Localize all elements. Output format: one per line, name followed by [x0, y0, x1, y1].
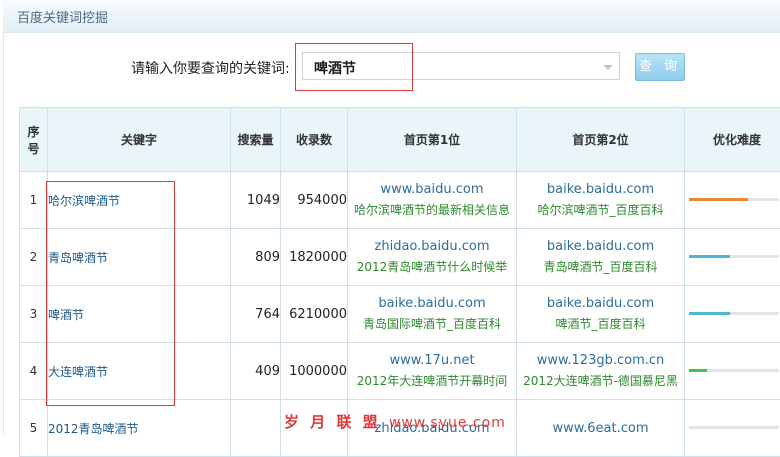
search-volume: 1049: [231, 172, 281, 229]
rank1-cell: www.baidu.com哈尔滨啤酒节的最新相关信息: [348, 172, 517, 229]
rank1-title-link[interactable]: 2012年大连啤酒节开幕时间: [348, 371, 516, 392]
difficulty-cell: [685, 400, 780, 457]
keyword-results-table: 序号 关键字 搜索量 收录数 首页第1位 首页第2位 优化难度 1哈尔滨啤酒节1…: [19, 107, 780, 457]
difficulty-bar-fill: [689, 369, 707, 372]
query-button[interactable]: 查 询: [635, 53, 685, 81]
indexed-count: 6210000: [281, 286, 348, 343]
difficulty-cell: [685, 172, 780, 229]
keyword-link[interactable]: 2012青岛啤酒节: [48, 400, 231, 457]
rank1-title-link[interactable]: 青岛国际啤酒节_百度百科: [348, 314, 516, 335]
rank2-domain-link[interactable]: www.123gb.com.cn: [517, 350, 684, 371]
header-rank1: 首页第1位: [348, 108, 517, 172]
difficulty-bar-fill: [689, 198, 748, 201]
header-difficulty: 优化难度: [685, 108, 780, 172]
table-row: 1哈尔滨啤酒节1049954000www.baidu.com哈尔滨啤酒节的最新相…: [20, 172, 780, 229]
rank2-cell: baike.baidu.com哈尔滨啤酒节_百度百科: [517, 172, 685, 229]
search-volume: [231, 400, 281, 457]
indexed-count: 1000000: [281, 343, 348, 400]
rank2-domain-link[interactable]: baike.baidu.com: [517, 236, 684, 257]
rank1-domain-link[interactable]: www.17u.net: [348, 350, 516, 371]
keyword-search-input[interactable]: 啤酒节: [302, 52, 620, 80]
panel-header: 百度关键词挖掘: [3, 0, 780, 33]
table-row: 3啤酒节7646210000baike.baidu.com青岛国际啤酒节_百度百…: [20, 286, 780, 343]
rank2-title-link[interactable]: 2012大连啤酒节-德国慕尼黑: [517, 371, 684, 392]
row-index: 2: [20, 229, 48, 286]
keyword-link[interactable]: 啤酒节: [48, 286, 231, 343]
keyword-link[interactable]: 哈尔滨啤酒节: [48, 172, 231, 229]
panel-title: 百度关键词挖掘: [17, 7, 108, 26]
table-row: 2青岛啤酒节8091820000zhidao.baidu.com2012青岛啤酒…: [20, 229, 780, 286]
search-input-value[interactable]: 啤酒节: [314, 58, 356, 78]
rank2-domain-link[interactable]: baike.baidu.com: [517, 179, 684, 200]
watermark-text: 岁 月 联 盟: [284, 413, 381, 431]
row-index: 1: [20, 172, 48, 229]
rank1-title-link[interactable]: 2012青岛啤酒节什么时候举: [348, 257, 516, 278]
header-rank2: 首页第2位: [517, 108, 685, 172]
rank1-title-link[interactable]: 哈尔滨啤酒节的最新相关信息: [348, 200, 516, 221]
search-volume: 809: [231, 229, 281, 286]
difficulty-bar-fill: [689, 255, 730, 258]
rank1-cell: zhidao.baidu.com2012青岛啤酒节什么时候举: [348, 229, 517, 286]
difficulty-cell: [685, 286, 780, 343]
watermark-url: www.syue.com: [389, 415, 506, 431]
difficulty-bar-fill: [689, 312, 730, 315]
rank1-domain-link[interactable]: zhidao.baidu.com: [348, 236, 516, 257]
rank2-cell: baike.baidu.com啤酒节_百度百科: [517, 286, 685, 343]
row-index: 3: [20, 286, 48, 343]
search-volume: 764: [231, 286, 281, 343]
header-indexed: 收录数: [281, 108, 348, 172]
indexed-count: 1820000: [281, 229, 348, 286]
rank2-title-link[interactable]: 哈尔滨啤酒节_百度百科: [517, 200, 684, 221]
header-index: 序号: [20, 108, 48, 172]
rank2-domain-link[interactable]: www.6eat.com: [517, 418, 684, 439]
difficulty-bar: [689, 426, 779, 429]
difficulty-bar: [689, 255, 779, 258]
rank2-cell: baike.baidu.com青岛啤酒节_百度百科: [517, 229, 685, 286]
keyword-link[interactable]: 青岛啤酒节: [48, 229, 231, 286]
dropdown-arrow-icon[interactable]: [603, 65, 613, 70]
search-label: 请输入你要查询的关键词:: [131, 58, 290, 78]
rank2-title-link[interactable]: 啤酒节_百度百科: [517, 314, 684, 335]
header-search-volume: 搜索量: [231, 108, 281, 172]
difficulty-bar: [689, 198, 779, 201]
rank1-cell: baike.baidu.com青岛国际啤酒节_百度百科: [348, 286, 517, 343]
rank2-cell: www.123gb.com.cn2012大连啤酒节-德国慕尼黑: [517, 343, 685, 400]
row-index: 5: [20, 400, 48, 457]
header-keyword: 关键字: [48, 108, 231, 172]
difficulty-bar: [689, 312, 779, 315]
table-row: 4大连啤酒节4091000000www.17u.net2012年大连啤酒节开幕时…: [20, 343, 780, 400]
difficulty-bar: [689, 369, 779, 372]
difficulty-cell: [685, 343, 780, 400]
rank1-domain-link[interactable]: www.baidu.com: [348, 179, 516, 200]
rank2-domain-link[interactable]: baike.baidu.com: [517, 293, 684, 314]
indexed-count: 954000: [281, 172, 348, 229]
table-header-row: 序号 关键字 搜索量 收录数 首页第1位 首页第2位 优化难度: [20, 108, 780, 172]
rank2-cell: www.6eat.com: [517, 400, 685, 457]
rank2-title-link[interactable]: 青岛啤酒节_百度百科: [517, 257, 684, 278]
watermark: 岁 月 联 盟 www.syue.com: [284, 411, 506, 432]
difficulty-cell: [685, 229, 780, 286]
search-volume: 409: [231, 343, 281, 400]
rank1-cell: www.17u.net2012年大连啤酒节开幕时间: [348, 343, 517, 400]
row-index: 4: [20, 343, 48, 400]
panel-border: [3, 32, 4, 434]
rank1-domain-link[interactable]: baike.baidu.com: [348, 293, 516, 314]
keyword-link[interactable]: 大连啤酒节: [48, 343, 231, 400]
